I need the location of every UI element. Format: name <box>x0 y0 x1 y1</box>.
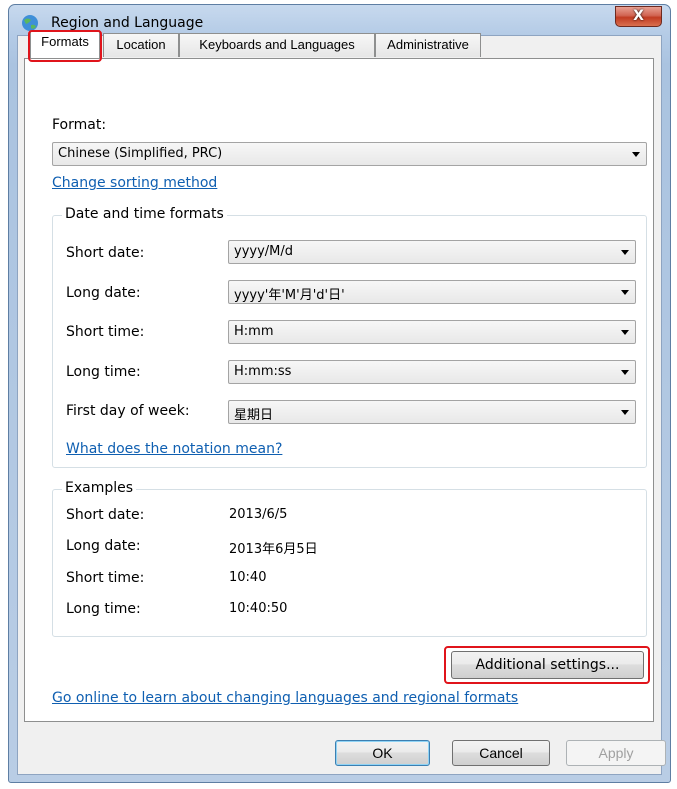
tab-location[interactable]: Location <box>103 33 179 57</box>
long-date-dropdown[interactable]: yyyy'年'M'月'd'日' <box>228 280 636 304</box>
tab-keyboards-languages[interactable]: Keyboards and Languages <box>179 33 375 57</box>
ok-label: OK <box>372 745 393 761</box>
apply-label: Apply <box>598 745 634 761</box>
example-short-date-value: 2013/6/5 <box>229 507 288 522</box>
formats-tab-highlight <box>28 30 102 62</box>
tab-administrative[interactable]: Administrative <box>375 33 481 57</box>
long-time-value: H:mm:ss <box>234 364 292 379</box>
change-sorting-link[interactable]: Change sorting method <box>52 175 217 191</box>
short-time-value: H:mm <box>234 324 274 339</box>
example-long-time-label: Long time: <box>66 601 141 617</box>
short-time-label: Short time: <box>66 324 145 340</box>
chevron-down-icon <box>632 152 640 157</box>
first-day-value: 星期日 <box>234 408 274 423</box>
format-label: Format: <box>52 117 107 133</box>
format-value: Chinese (Simplified, PRC) <box>58 146 223 161</box>
chevron-down-icon <box>621 370 629 375</box>
long-date-label: Long date: <box>66 285 141 301</box>
chevron-down-icon <box>621 410 629 415</box>
close-button[interactable]: X <box>615 6 662 27</box>
short-date-dropdown[interactable]: yyyy/M/d <box>228 240 636 264</box>
example-short-time-value: 10:40 <box>229 570 267 585</box>
tab-location-label: Location <box>116 37 166 52</box>
online-help-link[interactable]: Go online to learn about changing langua… <box>52 690 518 706</box>
ok-button[interactable]: OK <box>335 740 430 766</box>
tab-administrative-label: Administrative <box>387 37 469 52</box>
short-time-dropdown[interactable]: H:mm <box>228 320 636 344</box>
datetime-group-title: Date and time formats <box>62 206 227 222</box>
chevron-down-icon <box>621 330 629 335</box>
examples-group-title: Examples <box>62 480 137 496</box>
example-long-date-value: 2013年6月5日 <box>229 542 318 557</box>
apply-button[interactable]: Apply <box>566 740 666 766</box>
chevron-down-icon <box>621 250 629 255</box>
example-short-date-label: Short date: <box>66 507 145 523</box>
notation-help-link[interactable]: What does the notation mean? <box>66 441 282 457</box>
tab-keyboards-label: Keyboards and Languages <box>199 37 355 52</box>
long-date-value: yyyy'年'M'月'd'日' <box>234 288 345 303</box>
short-date-value: yyyy/M/d <box>234 244 294 259</box>
first-day-dropdown[interactable]: 星期日 <box>228 400 636 424</box>
first-day-label: First day of week: <box>66 403 190 419</box>
long-time-label: Long time: <box>66 364 141 380</box>
short-date-label: Short date: <box>66 245 145 261</box>
chevron-down-icon <box>621 290 629 295</box>
cancel-label: Cancel <box>479 745 523 761</box>
format-dropdown[interactable]: Chinese (Simplified, PRC) <box>52 142 647 166</box>
window-title: Region and Language <box>51 15 204 31</box>
example-long-date-label: Long date: <box>66 538 141 554</box>
long-time-dropdown[interactable]: H:mm:ss <box>228 360 636 384</box>
cancel-button[interactable]: Cancel <box>452 740 550 766</box>
close-icon: X <box>633 8 644 24</box>
additional-settings-highlight <box>444 646 650 684</box>
example-long-time-value: 10:40:50 <box>229 601 288 616</box>
example-short-time-label: Short time: <box>66 570 145 586</box>
